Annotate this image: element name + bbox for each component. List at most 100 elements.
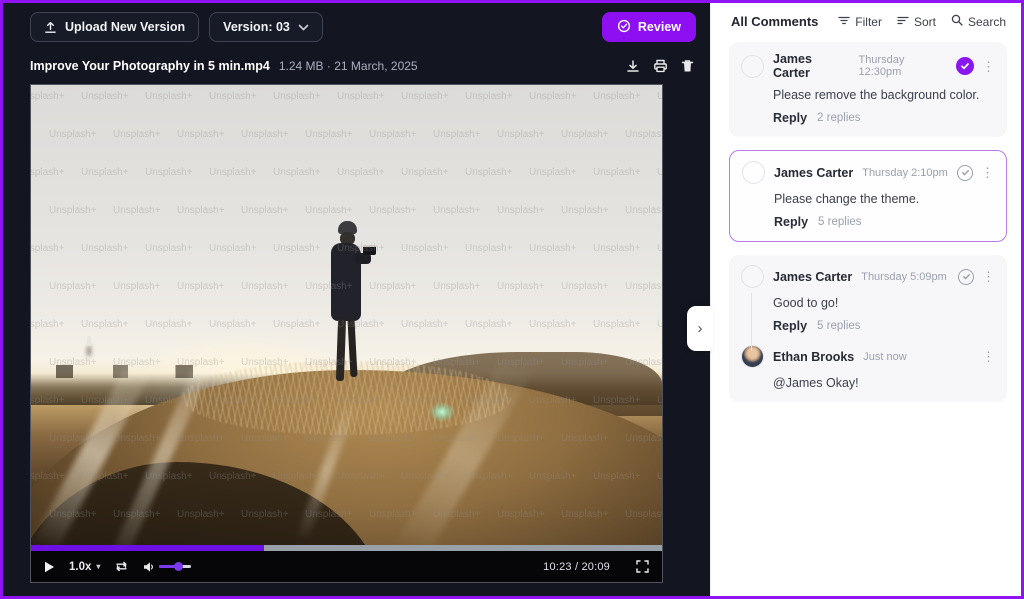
comment-text: Please change the theme. [774, 192, 994, 206]
comment-time: Thursday 5:09pm [861, 271, 947, 283]
video-progress-bar[interactable] [31, 545, 662, 551]
volume-slider-handle[interactable] [174, 562, 183, 571]
watermark-text: Unsplash+ [433, 281, 481, 292]
watermark-text: Unsplash+ [273, 395, 321, 406]
comment-author: James Carter [773, 270, 852, 284]
panel-actions: Filter Sort Search [838, 14, 1006, 29]
replies-count[interactable]: 5 replies [817, 320, 860, 332]
watermark-text: Unsplash+ [241, 281, 289, 292]
watermark-text: Unsplash+ [657, 395, 662, 406]
watermark-text: Unsplash+ [31, 91, 65, 102]
resolve-check-icon[interactable] [958, 269, 974, 285]
reply-button[interactable]: Reply [773, 319, 807, 333]
watermark-text: Unsplash+ [305, 129, 353, 140]
volume-slider[interactable] [159, 565, 191, 568]
version-dropdown-label: Version: 03 [223, 20, 290, 34]
resolved-check-icon[interactable] [956, 57, 974, 75]
caret-down-icon: ▾ [96, 562, 100, 571]
watermark-text: Unsplash+ [657, 471, 662, 482]
watermark-text: Unsplash+ [145, 471, 193, 482]
video-frame[interactable]: Unsplash+ Unsplash+ Unsplash+ Unsplash+ Unsp… [31, 85, 662, 545]
more-options-icon[interactable]: ⋮ [981, 166, 994, 179]
watermark-text: Unsplash+ [337, 395, 385, 406]
avatar [741, 265, 764, 288]
sort-icon [897, 15, 909, 29]
more-options-icon[interactable]: ⋮ [982, 350, 995, 363]
watermark-text: Unsplash+ [369, 357, 417, 368]
watermark-text: Unsplash+ [593, 243, 641, 254]
review-button[interactable]: Review [602, 12, 696, 42]
check-circle-icon [617, 19, 631, 36]
replies-count[interactable]: 5 replies [818, 216, 861, 228]
comment-card[interactable]: James Carter Thursday 5:09pm ⋮ Good to g… [729, 255, 1007, 402]
comment-card-selected[interactable]: James Carter Thursday 2:10pm ⋮ Please ch… [729, 150, 1007, 242]
review-button-label: Review [638, 20, 681, 34]
watermark-text: Unsplash+ [49, 433, 97, 444]
watermark-text: Unsplash+ [593, 91, 641, 102]
sort-button[interactable]: Sort [897, 15, 936, 29]
playback-speed-value: 1.0x [69, 561, 91, 573]
volume-control[interactable] [143, 561, 191, 573]
version-dropdown[interactable]: Version: 03 [209, 12, 323, 42]
watermark-text: Unsplash+ [337, 167, 385, 178]
print-icon[interactable] [653, 59, 668, 73]
watermark-text: Unsplash+ [337, 471, 385, 482]
comments-panel-toggle[interactable]: › [687, 306, 713, 351]
comment-card[interactable]: James Carter Thursday 12:30pm ⋮ Please r… [729, 42, 1007, 137]
watermark-text: Unsplash+ [433, 129, 481, 140]
watermark-text: Unsplash+ [561, 129, 609, 140]
play-icon[interactable] [44, 561, 55, 573]
watermark-text: Unsplash+ [177, 357, 225, 368]
reply-button[interactable]: Reply [774, 215, 808, 229]
watermark-text: Unsplash+ [81, 319, 129, 330]
watermark-text: Unsplash+ [497, 129, 545, 140]
comment-text: Good to go! [773, 296, 995, 310]
watermark-text: Unsplash+ [273, 91, 321, 102]
watermark-text: Unsplash+ [49, 205, 97, 216]
upload-button-label: Upload New Version [65, 20, 185, 34]
file-info-row: Improve Your Photography in 5 min.mp4 1.… [3, 42, 710, 73]
watermark-text: Unsplash+ [529, 167, 577, 178]
more-options-icon[interactable]: ⋮ [982, 270, 995, 283]
replies-count[interactable]: 2 replies [817, 112, 860, 124]
watermark-text: Unsplash+ [81, 243, 129, 254]
watermark-text: Unsplash+ [113, 433, 161, 444]
comment-time: Thursday 2:10pm [862, 167, 948, 179]
playback-speed-button[interactable]: 1.0x ▾ [69, 561, 100, 573]
watermark-text: Unsplash+ [145, 319, 193, 330]
download-icon[interactable] [626, 59, 640, 73]
upload-new-version-button[interactable]: Upload New Version [30, 12, 199, 42]
top-toolbar: Upload New Version Version: 03 Review [3, 3, 710, 42]
watermark-text: Unsplash+ [177, 433, 225, 444]
watermark-text: Unsplash+ [177, 205, 225, 216]
progress-fill [31, 545, 264, 551]
loop-icon[interactable] [114, 560, 129, 573]
trash-icon[interactable] [681, 59, 694, 73]
more-options-icon[interactable]: ⋮ [982, 60, 995, 73]
watermark-text: Unsplash+ [465, 243, 513, 254]
reply-button[interactable]: Reply [773, 111, 807, 125]
video-workspace: Upload New Version Version: 03 Review Im… [3, 3, 710, 596]
watermark-text: Unsplash+ [337, 319, 385, 330]
watermark-text: Unsplash+ [145, 167, 193, 178]
watermark-text: Unsplash+ [209, 319, 257, 330]
watermark-text: Unsplash+ [31, 395, 65, 406]
watermark-text: Unsplash+ [497, 205, 545, 216]
watermark-text: Unsplash+ [241, 205, 289, 216]
watermark-text: Unsplash+ [593, 471, 641, 482]
watermark-text: Unsplash+ [49, 281, 97, 292]
comment-reply[interactable]: Ethan Brooks Just now ⋮ @James Okay! [741, 345, 995, 390]
chevron-right-icon: › [698, 320, 703, 337]
watermark-text: Unsplash+ [81, 91, 129, 102]
search-button[interactable]: Search [951, 14, 1006, 29]
fullscreen-icon[interactable] [636, 560, 649, 573]
filter-button[interactable]: Filter [838, 15, 882, 29]
watermark-text: Unsplash+ [31, 471, 65, 482]
watermark-text: Unsplash+ [81, 167, 129, 178]
watermark-text: Unsplash+ [529, 319, 577, 330]
watermark-text: Unsplash+ [273, 319, 321, 330]
watermark-text: Unsplash+ [593, 395, 641, 406]
watermark-text: Unsplash+ [241, 129, 289, 140]
resolve-check-icon[interactable] [957, 165, 973, 181]
watermark-text: Unsplash+ [305, 509, 353, 520]
